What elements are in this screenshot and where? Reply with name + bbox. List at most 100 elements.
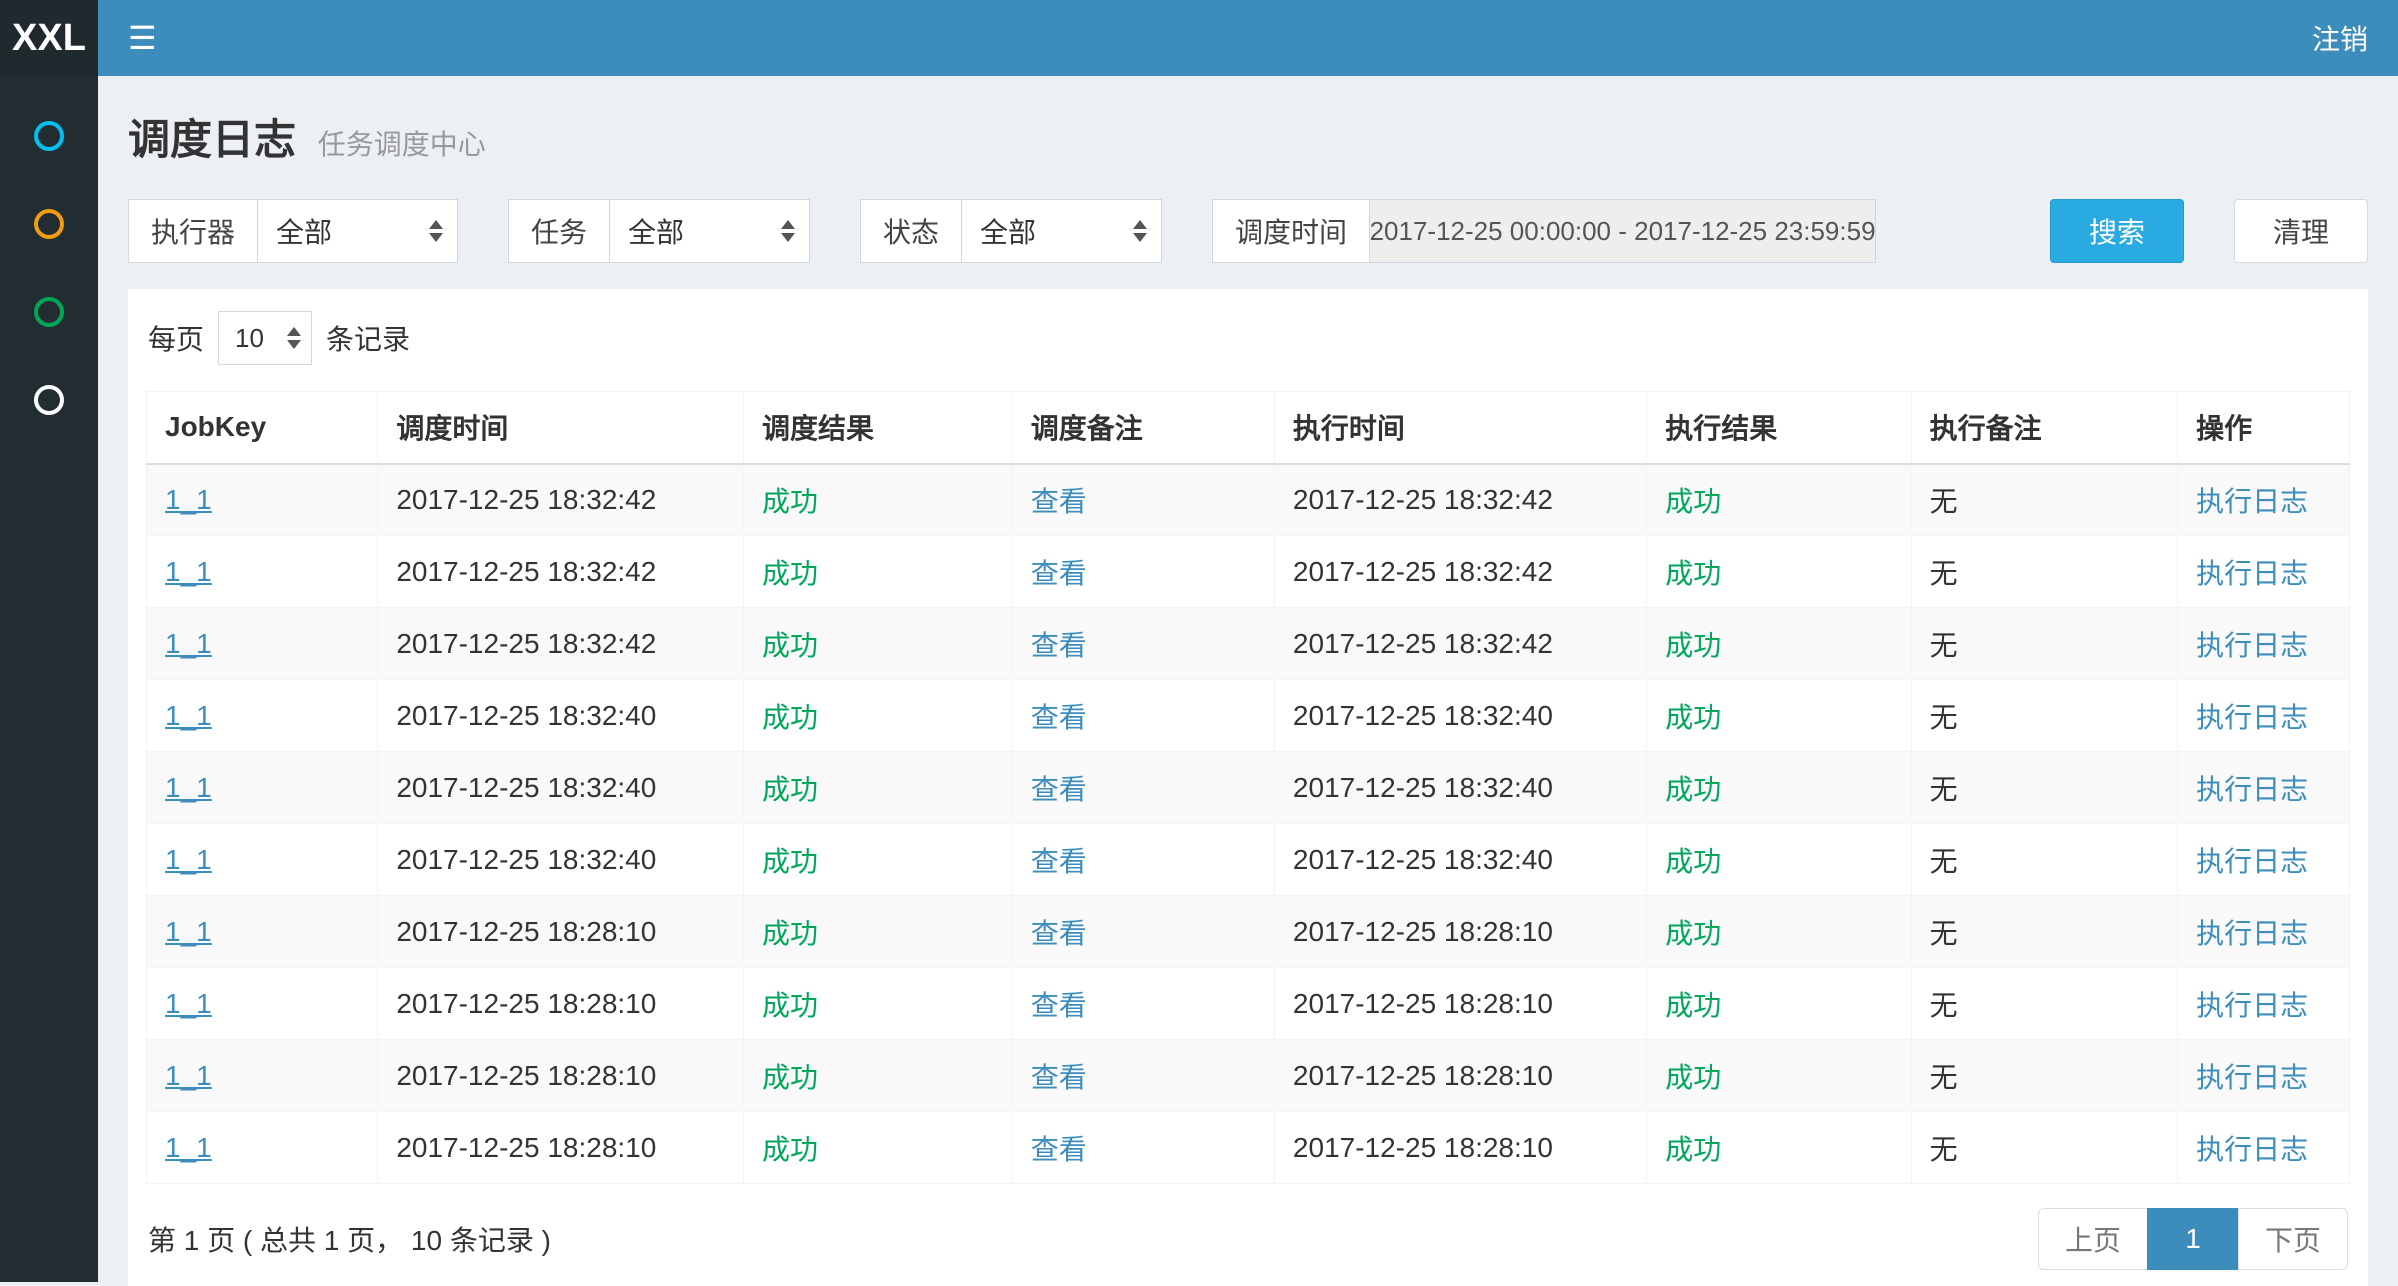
top-navbar: XXL ☰ 注销 bbox=[0, 0, 2398, 76]
log-table-card: 每页 10 条记录 JobKey调度时间调度结果调度备注执行时间执行结果执行备注… bbox=[128, 289, 2368, 1286]
handle-time: 2017-12-25 18:28:10 bbox=[1274, 896, 1646, 968]
jobkey-link[interactable]: 1_1 bbox=[165, 628, 212, 659]
page-size-value: 10 bbox=[235, 323, 277, 354]
action-link[interactable]: 执行日志 bbox=[2196, 990, 2308, 1021]
trigger-time: 2017-12-25 18:32:40 bbox=[378, 680, 744, 752]
sidebar-item-1[interactable] bbox=[0, 92, 98, 180]
trigger-time: 2017-12-25 18:32:42 bbox=[378, 608, 744, 680]
handle-msg: 无 bbox=[1911, 752, 2178, 824]
current-page-button[interactable]: 1 bbox=[2147, 1208, 2239, 1270]
column-header: JobKey bbox=[147, 392, 378, 464]
action-link[interactable]: 执行日志 bbox=[2196, 1062, 2308, 1093]
table-row: 1_12017-12-25 18:32:40成功查看2017-12-25 18:… bbox=[147, 752, 2350, 824]
next-page-button[interactable]: 下页 bbox=[2238, 1208, 2348, 1270]
action-link[interactable]: 执行日志 bbox=[2196, 486, 2308, 517]
table-row: 1_12017-12-25 18:32:42成功查看2017-12-25 18:… bbox=[147, 608, 2350, 680]
trigger-msg-link[interactable]: 查看 bbox=[1031, 990, 1087, 1021]
trigger-msg-link[interactable]: 查看 bbox=[1031, 702, 1087, 733]
handle-time: 2017-12-25 18:28:10 bbox=[1274, 1040, 1646, 1112]
circle-outline-icon bbox=[34, 209, 64, 239]
trigger-result: 成功 bbox=[744, 824, 1013, 896]
action-link[interactable]: 执行日志 bbox=[2196, 918, 2308, 949]
handle-msg: 无 bbox=[1911, 968, 2178, 1040]
handle-result: 成功 bbox=[1647, 1040, 1911, 1112]
trigger-time-filter-group: 调度时间 2017-12-25 00:00:00 - 2017-12-25 23… bbox=[1212, 199, 1876, 263]
circle-outline-icon bbox=[34, 121, 64, 151]
trigger-msg-link[interactable]: 查看 bbox=[1031, 774, 1087, 805]
sidebar-item-2[interactable] bbox=[0, 180, 98, 268]
table-row: 1_12017-12-25 18:32:40成功查看2017-12-25 18:… bbox=[147, 824, 2350, 896]
jobkey-link[interactable]: 1_1 bbox=[165, 772, 212, 803]
action-link[interactable]: 执行日志 bbox=[2196, 774, 2308, 805]
column-header: 调度时间 bbox=[378, 392, 744, 464]
table-row: 1_12017-12-25 18:32:42成功查看2017-12-25 18:… bbox=[147, 464, 2350, 536]
handle-time: 2017-12-25 18:32:40 bbox=[1274, 824, 1646, 896]
jobkey-link[interactable]: 1_1 bbox=[165, 1132, 212, 1163]
job-filter-group: 任务 全部 bbox=[508, 199, 810, 263]
search-button[interactable]: 搜索 bbox=[2050, 199, 2184, 263]
jobkey-link[interactable]: 1_1 bbox=[165, 988, 212, 1019]
handle-msg: 无 bbox=[1911, 608, 2178, 680]
trigger-time-range-input[interactable]: 2017-12-25 00:00:00 - 2017-12-25 23:59:5… bbox=[1370, 199, 1876, 263]
column-header: 执行时间 bbox=[1274, 392, 1646, 464]
handle-result: 成功 bbox=[1647, 896, 1911, 968]
sidebar-toggle-button[interactable]: ☰ bbox=[98, 0, 187, 76]
handle-result: 成功 bbox=[1647, 824, 1911, 896]
trigger-time: 2017-12-25 18:32:40 bbox=[378, 824, 744, 896]
handle-time: 2017-12-25 18:32:42 bbox=[1274, 608, 1646, 680]
navbar-right: 注销 bbox=[2312, 0, 2398, 76]
jobkey-link[interactable]: 1_1 bbox=[165, 484, 212, 515]
handle-msg: 无 bbox=[1911, 896, 2178, 968]
table-row: 1_12017-12-25 18:28:10成功查看2017-12-25 18:… bbox=[147, 968, 2350, 1040]
select-stepper-icon bbox=[429, 220, 443, 242]
prev-page-button[interactable]: 上页 bbox=[2038, 1208, 2148, 1270]
jobkey-link[interactable]: 1_1 bbox=[165, 916, 212, 947]
select-stepper-icon bbox=[287, 327, 301, 349]
clear-button[interactable]: 清理 bbox=[2234, 199, 2368, 263]
logout-link[interactable]: 注销 bbox=[2312, 18, 2368, 58]
table-row: 1_12017-12-25 18:32:42成功查看2017-12-25 18:… bbox=[147, 536, 2350, 608]
column-header: 调度备注 bbox=[1012, 392, 1274, 464]
app-logo[interactable]: XXL bbox=[0, 0, 98, 76]
handle-time: 2017-12-25 18:28:10 bbox=[1274, 1112, 1646, 1184]
handle-msg: 无 bbox=[1911, 1112, 2178, 1184]
trigger-msg-link[interactable]: 查看 bbox=[1031, 486, 1087, 517]
action-link[interactable]: 执行日志 bbox=[2196, 630, 2308, 661]
handle-time: 2017-12-25 18:32:42 bbox=[1274, 464, 1646, 536]
trigger-time: 2017-12-25 18:32:40 bbox=[378, 752, 744, 824]
trigger-result: 成功 bbox=[744, 1112, 1013, 1184]
trigger-msg-link[interactable]: 查看 bbox=[1031, 1062, 1087, 1093]
column-header: 执行备注 bbox=[1911, 392, 2178, 464]
hamburger-icon: ☰ bbox=[128, 19, 157, 57]
trigger-msg-link[interactable]: 查看 bbox=[1031, 1134, 1087, 1165]
handle-msg: 无 bbox=[1911, 536, 2178, 608]
status-filter-value: 全部 bbox=[980, 211, 1123, 251]
table-row: 1_12017-12-25 18:28:10成功查看2017-12-25 18:… bbox=[147, 1040, 2350, 1112]
action-link[interactable]: 执行日志 bbox=[2196, 846, 2308, 877]
action-link[interactable]: 执行日志 bbox=[2196, 1134, 2308, 1165]
action-link[interactable]: 执行日志 bbox=[2196, 702, 2308, 733]
jobkey-link[interactable]: 1_1 bbox=[165, 1060, 212, 1091]
jobkey-link[interactable]: 1_1 bbox=[165, 844, 212, 875]
page-size-select[interactable]: 10 bbox=[218, 311, 312, 365]
status-filter-select[interactable]: 全部 bbox=[962, 199, 1162, 263]
dispatch-log-table: JobKey调度时间调度结果调度备注执行时间执行结果执行备注操作 1_12017… bbox=[146, 391, 2350, 1184]
sidebar-item-4[interactable] bbox=[0, 356, 98, 444]
page-size-row: 每页 10 条记录 bbox=[146, 305, 2350, 371]
trigger-time: 2017-12-25 18:28:10 bbox=[378, 896, 744, 968]
sidebar-item-3[interactable] bbox=[0, 268, 98, 356]
action-link[interactable]: 执行日志 bbox=[2196, 558, 2308, 589]
circle-outline-icon bbox=[34, 385, 64, 415]
job-filter-select[interactable]: 全部 bbox=[610, 199, 810, 263]
jobkey-link[interactable]: 1_1 bbox=[165, 556, 212, 587]
trigger-time-filter-label: 调度时间 bbox=[1212, 199, 1370, 263]
trigger-msg-link[interactable]: 查看 bbox=[1031, 630, 1087, 661]
trigger-time: 2017-12-25 18:28:10 bbox=[378, 968, 744, 1040]
trigger-msg-link[interactable]: 查看 bbox=[1031, 558, 1087, 589]
executor-filter-select[interactable]: 全部 bbox=[258, 199, 458, 263]
trigger-msg-link[interactable]: 查看 bbox=[1031, 918, 1087, 949]
jobkey-link[interactable]: 1_1 bbox=[165, 700, 212, 731]
trigger-msg-link[interactable]: 查看 bbox=[1031, 846, 1087, 877]
handle-msg: 无 bbox=[1911, 680, 2178, 752]
trigger-result: 成功 bbox=[744, 464, 1013, 536]
